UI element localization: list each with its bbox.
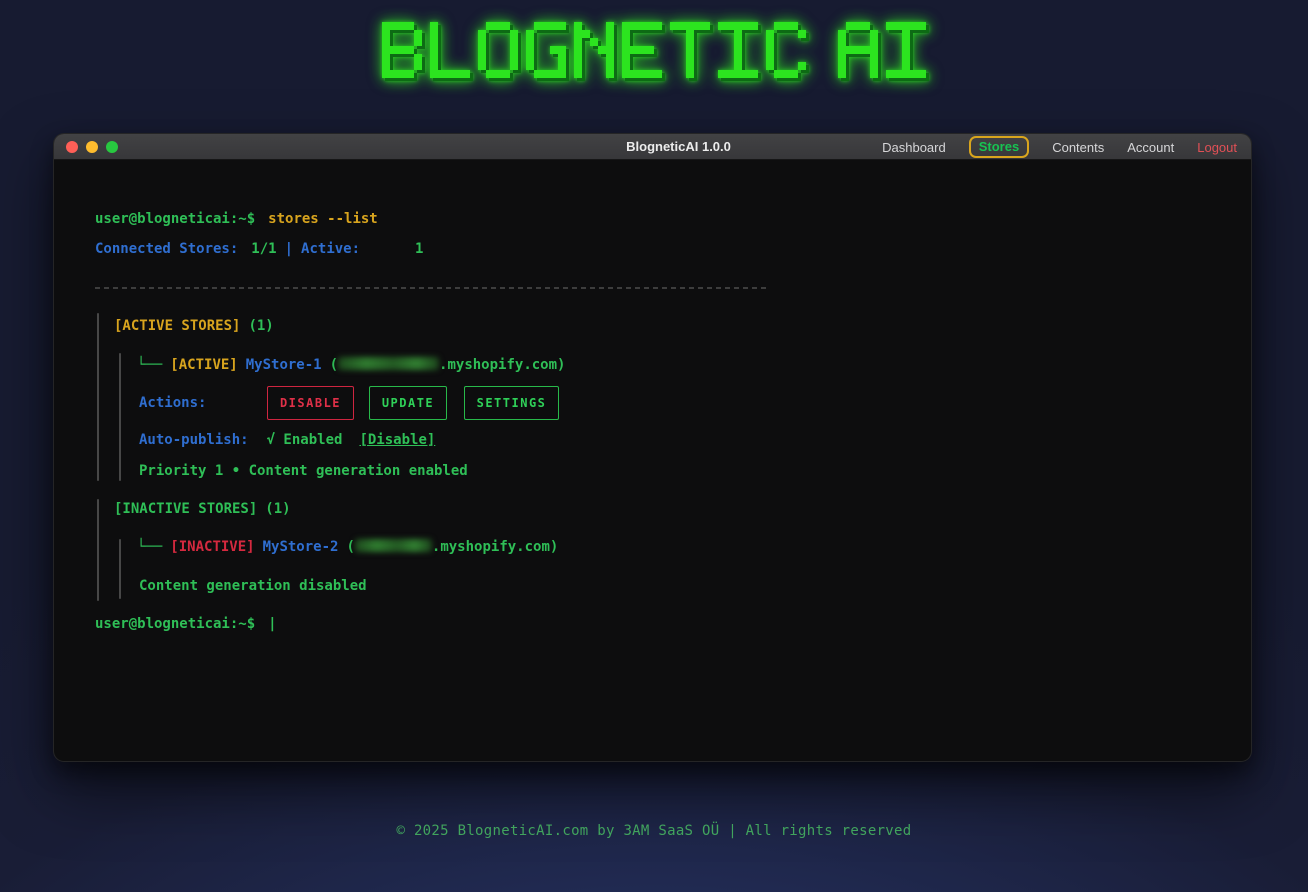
close-window-icon[interactable] [66, 141, 78, 153]
shell-command: stores --list [268, 211, 378, 227]
window-controls [66, 141, 118, 153]
autopublish-status: √ Enabled [267, 432, 343, 448]
actions-label: Actions: [139, 386, 206, 420]
store-settings-button[interactable]: SETTINGS [464, 386, 559, 420]
store-priority-meta: Priority 1 • Content generation enabled [139, 461, 468, 481]
stores-summary-line: Connected Stores: 1/1 | Active: 1 [95, 239, 423, 259]
nav-item-stores[interactable]: Stores [969, 136, 1029, 158]
nav-item-dashboard[interactable]: Dashboard [882, 140, 946, 155]
terminal-command-line: user@blogneticai:~$ stores --list [95, 209, 378, 229]
tree-guide-line [119, 353, 121, 481]
disable-store-button[interactable]: DISABLE [267, 386, 354, 420]
tree-guide-line [97, 499, 99, 601]
app-logo: BLOGNETIC AI [382, 22, 926, 78]
store-name: MyStore-2 [263, 539, 339, 555]
connected-stores-count: 1/1 [251, 241, 276, 257]
app-window: BlogneticAI 1.0.0 Dashboard Stores Conte… [53, 133, 1252, 762]
nav-item-account[interactable]: Account [1127, 140, 1174, 155]
autopublish-row: Auto-publish: √ Enabled [Disable] [139, 430, 435, 450]
tree-branch-icon: └── [137, 357, 162, 373]
active-stores-header: [ACTIVE STORES] (1) [114, 316, 274, 336]
separator-line [95, 287, 769, 289]
store-row-inactive: └── [INACTIVE] MyStore-2 ( .myshopify.com) [137, 537, 558, 557]
shell-prompt: user@blogneticai:~$ [95, 211, 255, 227]
tree-guide-line [97, 313, 99, 481]
footer-copyright: © 2025 BlogneticAI.com by 3AM SaaS OÜ | … [0, 823, 1308, 839]
redacted-store-domain [338, 357, 439, 370]
window-title: BlogneticAI 1.0.0 [626, 139, 731, 154]
store2-meta: Content generation disabled [139, 576, 367, 596]
store-status-badge: [INACTIVE] [170, 539, 254, 555]
inactive-stores-header: [INACTIVE STORES] (1) [114, 499, 291, 519]
connected-stores-label: Connected Stores: [95, 241, 238, 257]
main-nav: Dashboard Stores Contents Account Logout [882, 134, 1237, 160]
update-store-button[interactable]: UPDATE [369, 386, 447, 420]
active-stores-count: (1) [248, 318, 273, 334]
inactive-stores-title: [INACTIVE STORES] [114, 501, 257, 517]
store-actions-row: Actions: DISABLE UPDATE SETTINGS [139, 386, 759, 420]
terminal-cursor: | [268, 616, 276, 632]
shell-prompt: user@blogneticai:~$ [95, 616, 255, 632]
active-label: Active: [301, 241, 360, 257]
redacted-store-domain [355, 539, 432, 552]
store-status-badge: [ACTIVE] [170, 357, 237, 373]
domain-suffix: .myshopify.com) [432, 539, 558, 555]
autopublish-label: Auto-publish: [139, 432, 249, 448]
domain-open-paren: ( [346, 539, 354, 555]
store-name: MyStore-1 [246, 357, 322, 373]
autopublish-disable-link[interactable]: [Disable] [359, 432, 435, 448]
tree-guide-line [119, 539, 121, 599]
store-row-active: └── [ACTIVE] MyStore-1 ( .myshopify.com) [137, 355, 565, 375]
active-count: 1 [415, 241, 423, 257]
terminal-input-line[interactable]: user@blogneticai:~$ | [95, 614, 277, 634]
domain-suffix: .myshopify.com) [439, 357, 565, 373]
domain-open-paren: ( [330, 357, 338, 373]
minimize-window-icon[interactable] [86, 141, 98, 153]
zoom-window-icon[interactable] [106, 141, 118, 153]
window-titlebar: BlogneticAI 1.0.0 Dashboard Stores Conte… [54, 134, 1251, 160]
tree-branch-icon: └── [137, 539, 162, 555]
summary-pipe: | [285, 241, 293, 257]
inactive-stores-count: (1) [265, 501, 290, 517]
nav-item-contents[interactable]: Contents [1052, 140, 1104, 155]
active-stores-title: [ACTIVE STORES] [114, 318, 240, 334]
nav-item-logout[interactable]: Logout [1197, 140, 1237, 155]
